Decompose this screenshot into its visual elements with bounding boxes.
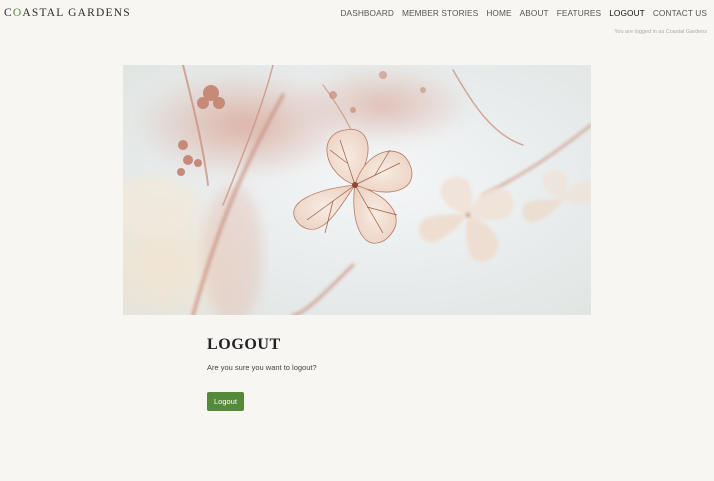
nav-features[interactable]: FEATURES (557, 8, 601, 18)
hero-image (123, 65, 591, 315)
logout-panel: LOGOUT Are you sure you want to logout? … (207, 336, 527, 411)
nav-contact-us[interactable]: CONTACT US (653, 8, 707, 18)
logout-confirmation-text: Are you sure you want to logout? (207, 363, 317, 372)
nav-logout[interactable]: LOGOUT (609, 8, 645, 18)
site-header: COASTAL GARDENS DASHBOARD MEMBER STORIES… (0, 0, 714, 26)
page-title: LOGOUT (207, 336, 281, 353)
login-status: You are logged in as Coastal Gardens (614, 29, 707, 35)
nav-home[interactable]: HOME (486, 8, 511, 18)
main-nav: DASHBOARD MEMBER STORIES HOME ABOUT FEAT… (340, 8, 707, 18)
nav-member-stories[interactable]: MEMBER STORIES (402, 8, 478, 18)
site-logo[interactable]: COASTAL GARDENS (4, 7, 131, 19)
nav-dashboard[interactable]: DASHBOARD (340, 8, 393, 18)
logout-button[interactable]: Logout (207, 392, 244, 411)
nav-about[interactable]: ABOUT (520, 8, 549, 18)
